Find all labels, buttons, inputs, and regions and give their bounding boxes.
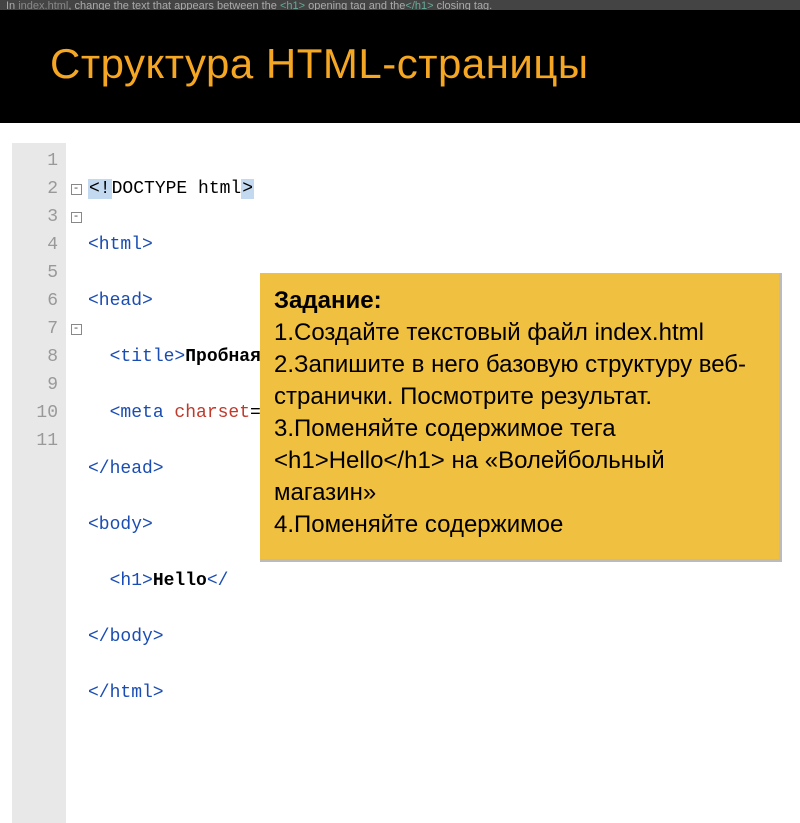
line-number: 4	[16, 231, 58, 259]
slide-content: 1 2 3 4 5 6 7 8 9 10 11 - - - <!DOCTYP	[0, 123, 800, 823]
doctype-text: DOCTYPE html	[112, 179, 242, 199]
code-line: <h1>Hello</	[88, 567, 480, 595]
page-title: Структура HTML-страницы	[50, 40, 750, 88]
line-number: 11	[16, 427, 58, 455]
task-title: Задание:	[274, 285, 765, 317]
tag-title-open: <title>	[110, 347, 186, 367]
tag-body-close: </body>	[88, 627, 164, 647]
tag-meta-open: <meta	[110, 403, 175, 423]
line-number: 8	[16, 343, 58, 371]
line-number: 10	[16, 399, 58, 427]
task-panel: Задание: 1.Создайте текстовый файл index…	[260, 273, 782, 562]
topbar-text-between: opening tag and the	[305, 0, 405, 10]
task-item: 3.Поменяйте содержимое тега <h1>Hello</h…	[274, 413, 765, 509]
doctype-suffix: >	[241, 179, 254, 199]
fold-icon[interactable]: -	[71, 212, 82, 223]
fold-column: - - -	[66, 143, 86, 823]
tag-head-close: </head>	[88, 459, 164, 479]
tag-html-close: </html>	[88, 683, 164, 703]
doctype-prefix: <!	[88, 179, 112, 199]
line-number: 3	[16, 203, 58, 231]
tag-body-open: <body>	[88, 515, 153, 535]
task-item: 4.Поменяйте содержимое	[274, 509, 765, 541]
topbar-text-suffix: closing tag.	[434, 0, 493, 10]
top-instruction-bar: In index.html, change the text that appe…	[0, 0, 800, 10]
tag-html-open: <html>	[88, 235, 153, 255]
topbar-text-mid: , change the text that appears between t…	[68, 0, 280, 10]
line-number: 2	[16, 175, 58, 203]
task-item: 2.Запишите в него базовую структуру веб-…	[274, 349, 765, 413]
code-line	[88, 735, 480, 763]
line-number: 1	[16, 147, 58, 175]
topbar-close-tag: </h1>	[405, 0, 433, 10]
tag-h1-close: </	[207, 571, 229, 591]
meta-attr: charset	[174, 403, 250, 423]
h1-text: Hello	[153, 571, 207, 591]
fold-icon[interactable]: -	[71, 184, 82, 195]
topbar-filename: index.html	[18, 0, 68, 10]
line-number: 6	[16, 287, 58, 315]
slide-header: Структура HTML-страницы	[0, 10, 800, 123]
code-line: <!DOCTYPE html>	[88, 175, 480, 203]
topbar-text-prefix: In	[6, 0, 18, 10]
code-line: </html>	[88, 679, 480, 707]
topbar-open-tag: <h1>	[280, 0, 305, 10]
line-number: 9	[16, 371, 58, 399]
fold-icon[interactable]: -	[71, 324, 82, 335]
tag-h1-open: <h1>	[110, 571, 153, 591]
code-line: </body>	[88, 623, 480, 651]
code-line: <html>	[88, 231, 480, 259]
line-number: 5	[16, 259, 58, 287]
task-item: 1.Создайте текстовый файл index.html	[274, 317, 765, 349]
tag-head-open: <head>	[88, 291, 153, 311]
line-number: 7	[16, 315, 58, 343]
line-number-gutter: 1 2 3 4 5 6 7 8 9 10 11	[12, 143, 66, 823]
